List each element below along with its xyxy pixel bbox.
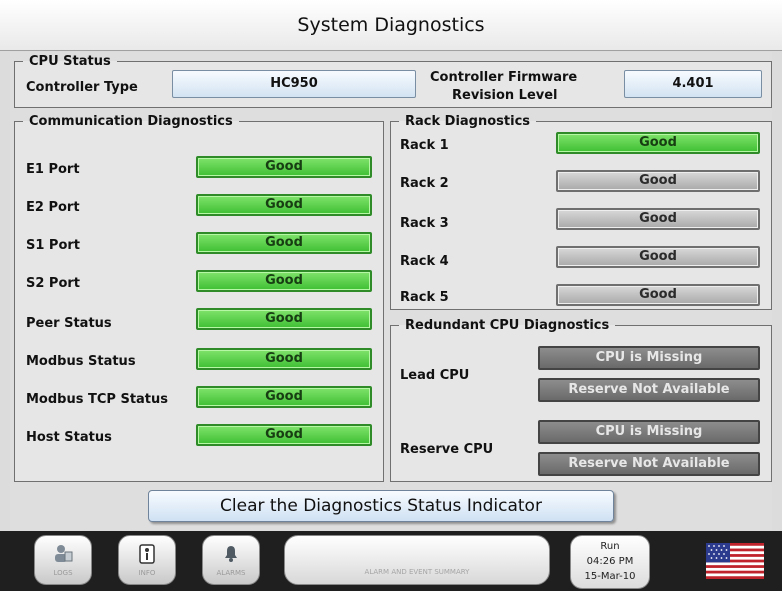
rack-1-label: Rack 1 [400,138,449,153]
modbus-tcp-status-label: Modbus TCP Status [26,392,169,407]
lead-cpu-reserve-status: Reserve Not Available [538,378,760,402]
rack-4-status: Good [556,246,760,268]
info-label: INFO [138,569,156,577]
info-button[interactable]: INFO [118,535,176,585]
us-flag-icon[interactable] [706,543,764,579]
diagnostics-panel: CPU Status Controller Type HC950 Control… [10,52,772,530]
reserve-cpu-missing-status: CPU is Missing [538,420,760,444]
bottom-navigation-bar: LOGS INFO ALARMS ALARM AND EVENT SUMMARY… [0,531,782,591]
peer-status-label: Peer Status [26,316,112,331]
communication-diagnostics-legend: Communication Diagnostics [29,114,233,129]
peer-status: Good [196,308,372,330]
host-status: Good [196,424,372,446]
s1-port-label: S1 Port [26,238,81,253]
run-mode: Run [600,541,620,552]
logs-label: LOGS [53,569,73,577]
alarms-button[interactable]: ALARMS [202,535,260,585]
rack-5-status: Good [556,284,760,306]
firmware-value: 4.401 [624,70,762,98]
user-log-icon [55,545,73,562]
status-clock: Run 04:26 PM 15-Mar-10 [570,535,650,589]
controller-type-label: Controller Type [26,80,138,95]
e2-port-status: Good [196,194,372,216]
rack-3-status: Good [556,208,760,230]
reserve-cpu-reserve-status: Reserve Not Available [538,452,760,476]
s2-port-label: S2 Port [26,276,81,291]
s2-port-status: Good [196,270,372,292]
rack-3-label: Rack 3 [400,216,449,231]
e1-port-label: E1 Port [26,162,80,177]
alarms-label: ALARMS [216,569,246,577]
reserve-cpu-label: Reserve CPU [400,442,494,457]
e1-port-status: Good [196,156,372,178]
logs-button[interactable]: LOGS [34,535,92,585]
clock-date: 15-Mar-10 [584,571,636,582]
rack-1-status: Good [556,132,760,154]
lead-cpu-missing-status: CPU is Missing [538,346,760,370]
firmware-label-line2: Revision Level [452,88,558,103]
page-title: System Diagnostics [0,0,782,51]
clock-time: 04:26 PM [586,556,634,567]
rack-4-label: Rack 4 [400,254,449,269]
rack-2-status: Good [556,170,760,192]
firmware-label-line1: Controller Firmware [430,70,578,85]
modbus-tcp-status: Good [196,386,372,408]
modbus-status-label: Modbus Status [26,354,136,369]
e2-port-label: E2 Port [26,200,80,215]
rack-5-label: Rack 5 [400,290,449,305]
info-icon [139,544,155,564]
clear-diagnostics-button[interactable]: Clear the Diagnostics Status Indicator [148,490,614,522]
controller-type-value: HC950 [172,70,416,98]
alarm-event-summary-button[interactable]: ALARM AND EVENT SUMMARY [284,535,550,585]
redundant-cpu-diagnostics-legend: Redundant CPU Diagnostics [405,318,610,333]
rack-2-label: Rack 2 [400,176,449,191]
lead-cpu-label: Lead CPU [400,368,470,383]
alarm-event-summary-label: ALARM AND EVENT SUMMARY [364,568,470,576]
modbus-status: Good [196,348,372,370]
cpu-status-legend: CPU Status [29,54,111,69]
alarm-bell-icon [225,546,237,562]
s1-port-status: Good [196,232,372,254]
host-status-label: Host Status [26,430,112,445]
rack-diagnostics-legend: Rack Diagnostics [405,114,531,129]
